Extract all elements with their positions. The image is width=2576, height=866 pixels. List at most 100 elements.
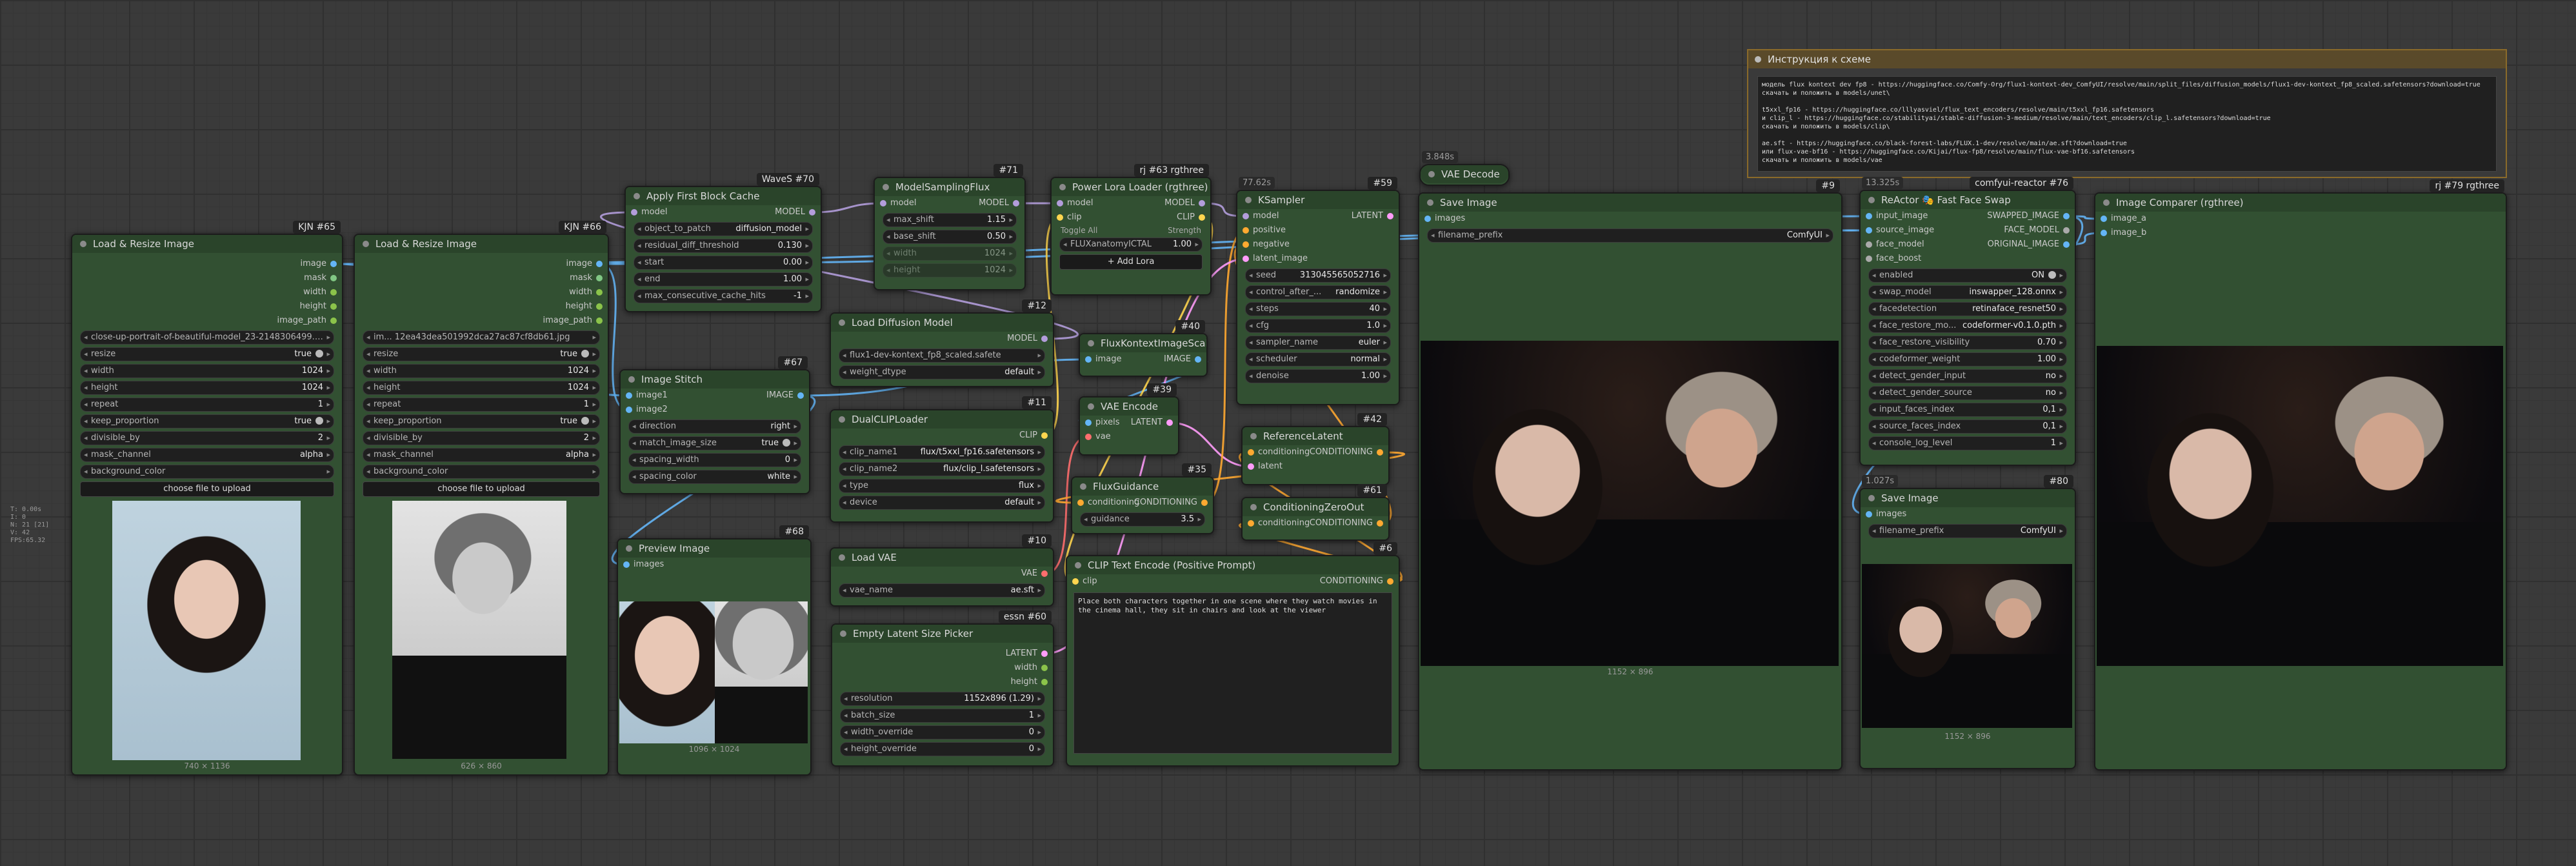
output-latent[interactable]: LATENT — [832, 647, 1053, 661]
input-negative[interactable]: negative — [1237, 237, 1399, 252]
output-image[interactable]: image — [72, 257, 342, 271]
reactor-face-swap-node[interactable]: 13.325s comfyui-reactor #76 ReActor 🎭 Fa… — [1859, 177, 2076, 466]
node-title[interactable]: Preview Image — [618, 539, 810, 558]
unet-name-widget[interactable]: flux1-dev-kontext_fp8_scaled.safete — [839, 348, 1045, 363]
input-faces-index-widget[interactable]: input_faces_index 0,1 — [1868, 403, 2067, 417]
note-title[interactable]: Инструкция к схеме — [1748, 50, 2506, 68]
apply-first-block-cache-node[interactable]: WaveS #70 Apply First Block Cache model … — [624, 173, 822, 312]
node-title[interactable]: Image Stitch — [621, 370, 809, 388]
steps-widget[interactable]: steps 40 — [1245, 302, 1391, 316]
filename-prefix-widget[interactable]: filename_prefix ComfyUI — [1427, 228, 1833, 243]
output-model[interactable]: MODEL — [1052, 196, 1210, 210]
device-widget[interactable]: device default — [839, 496, 1045, 510]
node-title[interactable]: FluxKontextImageScale — [1080, 334, 1206, 352]
output-model[interactable]: MODEL — [875, 196, 1024, 210]
output-latent[interactable]: LATENT — [1080, 416, 1178, 430]
face-detection-widget[interactable]: facedetection retinaface_resnet50 — [1868, 302, 2067, 316]
output-width[interactable]: width — [832, 661, 1053, 675]
repeat-widget[interactable]: repeat 1 — [80, 398, 334, 412]
sampler-name-widget[interactable]: sampler_name euler — [1245, 336, 1391, 350]
clip-name1-widget[interactable]: clip_name1 flux/t5xxl_fp16.safetensors — [839, 445, 1045, 459]
preview-image-node[interactable]: #68 Preview Image images 1096 × 1024 — [617, 525, 812, 776]
output-image-path[interactable]: image_path — [72, 314, 342, 328]
save-image-node-1[interactable]: #9 Save Image images filename_prefix Comf… — [1418, 179, 1842, 770]
output-model[interactable]: MODEL — [831, 332, 1053, 346]
node-title[interactable]: Empty Latent Size Picker — [832, 625, 1053, 643]
dual-clip-loader-node[interactable]: #11 DualCLIPLoader CLIP clip_name1 flux/t… — [830, 396, 1054, 523]
clip-name2-widget[interactable]: clip_name2 flux/clip_l.safetensors — [839, 462, 1045, 476]
resolution-widget[interactable]: resolution 1152x896 (1.29) — [840, 692, 1045, 706]
direction-widget[interactable]: direction right — [628, 419, 801, 434]
lora-row[interactable]: FLUXanatomyICTAL 1.00 — [1059, 237, 1203, 252]
node-title[interactable]: Load & Resize Image — [355, 235, 608, 253]
input-face-boost[interactable]: face_boost — [1861, 252, 2075, 266]
input-images[interactable]: images — [1861, 507, 2075, 521]
face-restore-model-widget[interactable]: face_restore_mo... codeformer-v0.1.0.pth — [1868, 319, 2067, 333]
input-latent-image[interactable]: latent_image — [1237, 252, 1399, 266]
note-textarea[interactable]: модель flux kontext dev fp8 - https://hu… — [1757, 76, 2497, 172]
max-shift-widget[interactable]: max_shift 1.15 — [883, 213, 1017, 227]
base-shift-widget[interactable]: base_shift 0.50 — [883, 230, 1017, 244]
output-image[interactable]: IMAGE — [1080, 352, 1206, 367]
height-widget[interactable]: height 1024 — [363, 381, 600, 395]
scheduler-widget[interactable]: scheduler normal — [1245, 352, 1391, 367]
node-title[interactable]: Image Comparer (rgthree) — [2095, 194, 2506, 212]
swap-model-widget[interactable]: swap_model inswapper_128.onnx — [1868, 285, 2067, 299]
mask-channel-widget[interactable]: mask_channel alpha — [363, 448, 600, 462]
clip-text-encode-node[interactable]: #6 CLIP Text Encode (Positive Prompt) cl… — [1066, 542, 1400, 767]
resize-toggle[interactable]: resize true — [80, 347, 334, 361]
height-override-widget[interactable]: height_override 0 — [840, 742, 1045, 756]
node-title[interactable]: Save Image — [1861, 489, 2075, 507]
add-lora-button[interactable]: + Add Lora — [1059, 254, 1203, 270]
choose-file-button[interactable]: choose file to upload — [80, 481, 334, 497]
toggle-all-control[interactable]: Toggle All — [1061, 226, 1097, 235]
cfg-widget[interactable]: cfg 1.0 — [1245, 319, 1391, 333]
output-height[interactable]: height — [72, 299, 342, 314]
batch-size-widget[interactable]: batch_size 1 — [840, 709, 1045, 723]
output-clip[interactable]: CLIP — [1052, 210, 1210, 225]
control-after-generate-widget[interactable]: control_after_... randomize — [1245, 285, 1391, 299]
instruction-note-group[interactable]: Инструкция к схеме модель flux kontext d… — [1747, 49, 2507, 178]
input-image-b[interactable]: image_b — [2095, 226, 2506, 240]
node-title[interactable]: CLIP Text Encode (Positive Prompt) — [1067, 556, 1399, 574]
image-comparer-node[interactable]: rj #79 rgthree Image Comparer (rgthree) … — [2094, 179, 2507, 770]
node-title[interactable]: VAE Decode — [1421, 165, 1508, 183]
width-override-widget[interactable]: width_override 0 — [840, 725, 1045, 740]
input-image-a[interactable]: image_a — [2095, 212, 2506, 226]
output-width[interactable]: width — [72, 285, 342, 299]
output-face-model[interactable]: FACE_MODEL — [1861, 223, 2075, 237]
load-diffusion-model-node[interactable]: #12 Load Diffusion Model MODEL flux1-dev… — [830, 299, 1054, 387]
flux-guidance-node[interactable]: #35 FluxGuidance conditioning CONDITIONI… — [1071, 463, 1214, 534]
source-faces-index-widget[interactable]: source_faces_index 0,1 — [1868, 419, 2067, 434]
output-image[interactable]: IMAGE — [621, 388, 809, 403]
output-conditioning[interactable]: CONDITIONING — [1067, 574, 1399, 589]
node-title[interactable]: ModelSamplingFlux — [875, 178, 1024, 196]
node-title[interactable]: ConditioningZeroOut — [1243, 498, 1388, 516]
output-model[interactable]: MODEL — [626, 205, 821, 219]
input-images[interactable]: images — [618, 558, 810, 572]
keep-proportion-toggle[interactable]: keep_proportion true — [80, 414, 334, 428]
width-widget[interactable]: width 1024 — [363, 364, 600, 378]
input-image2[interactable]: image2 — [621, 403, 809, 417]
output-width[interactable]: width — [355, 285, 608, 299]
node-title[interactable]: Apply First Block Cache — [626, 187, 821, 205]
output-conditioning[interactable]: CONDITIONING — [1243, 516, 1388, 530]
reference-latent-node[interactable]: #42 ReferenceLatent conditioning CONDITI… — [1241, 413, 1390, 485]
conditioning-zero-out-node[interactable]: #61 ConditioningZeroOut conditioning CON… — [1241, 484, 1390, 541]
output-conditioning[interactable]: CONDITIONING — [1072, 496, 1213, 510]
choose-file-button[interactable]: choose file to upload — [363, 481, 600, 497]
match-image-size-toggle[interactable]: match_image_size true — [628, 436, 801, 450]
face-restore-visibility-widget[interactable]: face_restore_visibility 0.70 — [1868, 336, 2067, 350]
output-mask[interactable]: mask — [72, 271, 342, 285]
output-height[interactable]: height — [355, 299, 608, 314]
mask-channel-widget[interactable]: mask_channel alpha — [80, 448, 334, 462]
vae-decode-node[interactable]: 3.848s VAE Decode — [1419, 151, 1510, 186]
load-resize-image-node-2[interactable]: KJN #66 Load & Resize Image image mask w… — [354, 221, 609, 776]
input-positive[interactable]: positive — [1237, 223, 1399, 237]
output-conditioning[interactable]: CONDITIONING — [1243, 445, 1388, 459]
object-to-patch-widget[interactable]: object_to_patch diffusion_model — [634, 222, 813, 236]
image-stitch-node[interactable]: #67 Image Stitch image1 IMAGE image2 dir… — [619, 356, 810, 494]
ksampler-node[interactable]: 77.62s #59 KSampler model LATENT positiv… — [1236, 177, 1400, 405]
output-height[interactable]: height — [832, 675, 1053, 689]
comparer-image[interactable] — [2097, 346, 2503, 666]
